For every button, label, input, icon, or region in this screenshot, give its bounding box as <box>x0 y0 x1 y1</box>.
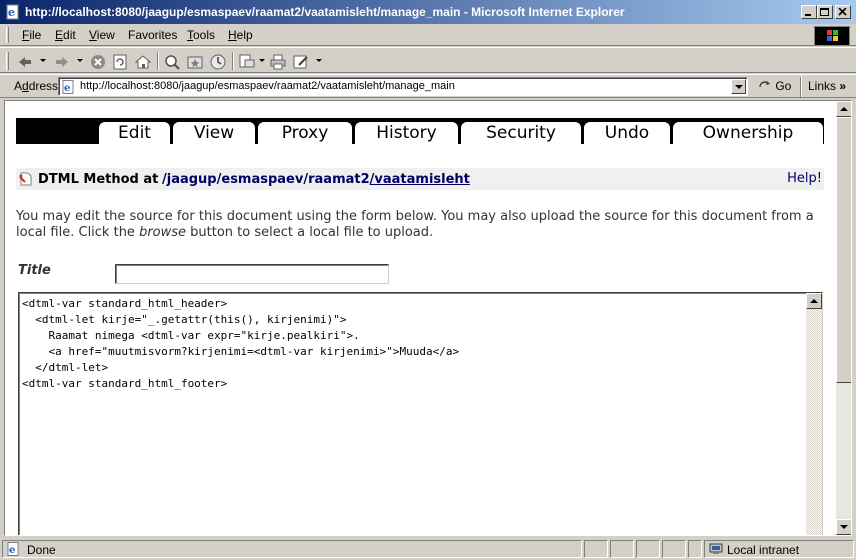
menu-favorites[interactable]: Favorites <box>128 28 177 42</box>
minimize-button[interactable] <box>801 5 817 19</box>
address-url[interactable]: http://localhost:8080/jaagup/esmaspaev/r… <box>80 80 455 92</box>
status-pane <box>610 540 634 558</box>
status-bar: e Done Local intranet <box>0 538 856 560</box>
go-button[interactable]: Go <box>758 79 791 93</box>
edit-dropdown-icon[interactable] <box>316 59 322 62</box>
textarea-scrollbar[interactable] <box>806 293 822 535</box>
mail-icon[interactable] <box>238 53 256 71</box>
menu-tools[interactable]: Tools <box>187 28 215 42</box>
go-arrow-icon <box>759 81 770 88</box>
page-viewport[interactable]: Edit View Proxy History Security Undo Ow… <box>4 100 852 536</box>
close-button[interactable] <box>835 5 851 19</box>
toolbar-separator <box>232 52 234 70</box>
menu-file[interactable]: File <box>22 28 41 42</box>
status-pane <box>636 540 660 558</box>
ie-page-icon: e <box>62 80 74 94</box>
breadcrumb: /jaagup/esmaspaev/raamat2/vaatamisleht <box>162 172 470 187</box>
address-bar: Address e http://localhost:8080/jaagup/e… <box>0 74 856 98</box>
tab-view[interactable]: View <box>173 122 255 144</box>
menu-help[interactable]: Help <box>228 28 253 42</box>
home-icon[interactable] <box>134 53 152 71</box>
window-title-bar[interactable]: e http://localhost:8080/jaagup/esmaspaev… <box>0 0 856 24</box>
tab-undo[interactable]: Undo <box>584 122 670 144</box>
breadcrumb-raamat2[interactable]: /raamat2 <box>303 172 369 187</box>
status-pane-zone: Local intranet <box>704 540 854 558</box>
help-link[interactable]: Help! <box>787 171 822 186</box>
title-input[interactable] <box>115 264 389 284</box>
status-pane <box>688 540 702 558</box>
page-scrollbar[interactable] <box>836 101 851 535</box>
svg-text:e: e <box>8 6 15 19</box>
minimize-icon <box>805 14 811 16</box>
toolbar-separator <box>157 52 159 70</box>
edit-description: You may edit the source for this documen… <box>16 209 814 240</box>
mail-dropdown-icon[interactable] <box>259 59 265 62</box>
svg-text:e: e <box>64 83 70 94</box>
status-pane-main: e Done <box>2 540 582 558</box>
windows-logo-icon <box>814 26 850 46</box>
page-scroll-down-button[interactable] <box>836 519 851 535</box>
local-intranet-icon <box>709 543 723 554</box>
ie-page-icon: e <box>7 542 19 556</box>
links-separator <box>800 77 802 97</box>
page-scroll-up-button[interactable] <box>836 101 851 117</box>
address-label: Address <box>14 79 59 93</box>
close-icon <box>838 8 847 16</box>
tab-proxy[interactable]: Proxy <box>258 122 352 144</box>
menu-bar: File Edit View Favorites Tools Help <box>0 24 856 46</box>
source-code[interactable]: <dtml-var standard_html_header> <dtml-le… <box>22 296 459 392</box>
forward-dropdown-icon[interactable] <box>77 59 83 62</box>
search-icon[interactable] <box>163 53 181 71</box>
address-dropdown-button[interactable] <box>731 79 746 94</box>
toolbar-grip <box>6 52 9 70</box>
tab-security[interactable]: Security <box>461 122 581 144</box>
breadcrumb-jaagup[interactable]: /jaagup <box>162 172 217 187</box>
menubar-grip <box>6 27 9 43</box>
security-zone-label: Local intranet <box>727 543 800 557</box>
object-path-bar: DTML Method at /jaagup/esmaspaev/raamat2… <box>16 168 824 190</box>
back-icon[interactable] <box>16 53 34 71</box>
status-pane <box>584 540 608 558</box>
tab-history[interactable]: History <box>355 122 458 144</box>
favorites-icon[interactable] <box>186 53 204 71</box>
print-icon[interactable] <box>269 53 287 71</box>
source-textarea[interactable]: <dtml-var standard_html_header> <dtml-le… <box>18 292 823 535</box>
stop-icon[interactable] <box>89 53 107 71</box>
history-icon[interactable] <box>209 53 227 71</box>
dtml-method-icon <box>19 172 32 186</box>
textarea-scroll-up-button[interactable] <box>806 293 822 309</box>
maximize-icon <box>820 8 829 16</box>
breadcrumb-esmaspaev[interactable]: /esmaspaev <box>217 172 304 187</box>
status-pane <box>662 540 686 558</box>
window-title: http://localhost:8080/jaagup/esmaspaev/r… <box>25 5 625 19</box>
maximize-button[interactable] <box>817 5 833 19</box>
links-button[interactable]: Links » <box>808 79 846 93</box>
svg-text:e: e <box>9 545 15 556</box>
menu-view[interactable]: View <box>89 28 115 42</box>
back-dropdown-icon[interactable] <box>40 59 46 62</box>
forward-icon[interactable] <box>53 53 71 71</box>
breadcrumb-vaatamisleht[interactable]: /vaatamisleht <box>370 172 470 187</box>
refresh-icon[interactable] <box>111 53 129 71</box>
status-text: Done <box>27 543 56 557</box>
menu-edit[interactable]: Edit <box>55 28 76 42</box>
object-type-label: DTML Method at <box>38 172 159 187</box>
standard-toolbar <box>0 47 856 73</box>
title-label: Title <box>18 263 51 278</box>
edit-page-icon[interactable] <box>292 53 310 71</box>
page-scroll-thumb[interactable] <box>836 117 851 383</box>
address-input[interactable]: e http://localhost:8080/jaagup/esmaspaev… <box>58 77 748 96</box>
tab-ownership[interactable]: Ownership <box>673 122 823 144</box>
tab-edit[interactable]: Edit <box>99 122 170 146</box>
ie-page-icon: e <box>6 4 19 20</box>
